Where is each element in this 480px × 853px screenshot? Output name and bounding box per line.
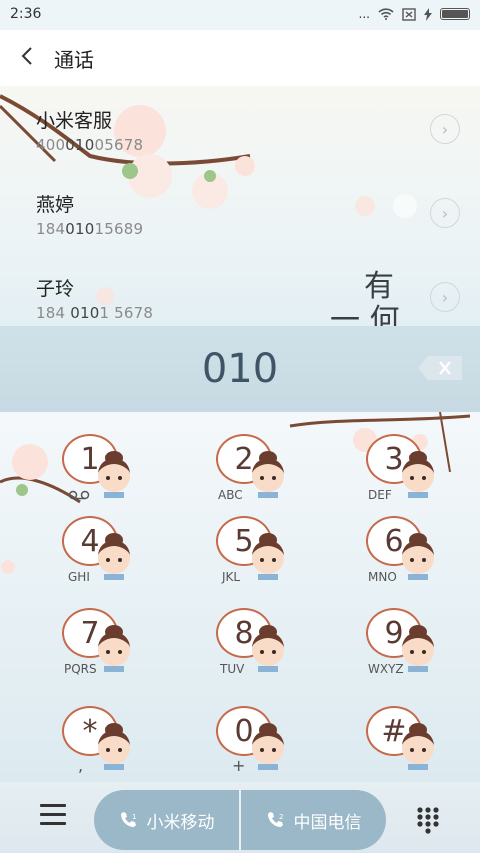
key-5[interactable]: 5 JKL [216,516,326,596]
call-sim2-button[interactable]: 2 中国电信 [241,790,386,850]
dialed-number: 010 [201,346,279,392]
chibi-girl-icon [252,625,284,672]
contact-number: 184 0101 5678 [36,304,154,322]
chibi-girl-icon [402,451,434,498]
key-letters: DEF [368,488,392,502]
chibi-girl-icon [98,625,130,672]
number-match: 010 [70,304,100,322]
key-8[interactable]: 8 TUV [216,608,326,688]
chibi-girl-icon [98,723,130,770]
key-letters: TUV [220,662,245,676]
chibi-girl-icon [402,723,434,770]
app-header: 通话 [0,30,480,86]
status-time: 2:36 [10,6,42,22]
back-arrow-icon[interactable] [16,44,40,68]
backspace-icon[interactable] [416,354,464,382]
wifi-icon [378,8,394,20]
svg-text:2: 2 [279,813,283,821]
key-letters: JKL [222,570,241,584]
key-1[interactable]: 1 [62,434,172,514]
contact-row[interactable]: 燕婷 18401015689 › [0,170,480,252]
chevron-right-icon[interactable]: › [430,198,460,228]
contact-row[interactable]: 小米客服 40001005678 › [0,86,480,168]
charging-icon [424,7,432,21]
chibi-girl-icon [252,533,284,580]
key-7[interactable]: 7 PQRS [62,608,172,688]
contact-row[interactable]: 子玲 184 0101 5678 › [0,254,480,336]
dialpad-toggle-icon[interactable] [416,806,440,834]
sim-off-icon [402,7,416,21]
chevron-right-icon[interactable]: › [430,282,460,312]
svg-text:1: 1 [132,813,136,821]
chibi-girl-icon [98,451,130,498]
contact-name: 小米客服 [36,110,113,132]
notification-dots: ... [358,7,370,21]
key-0[interactable]: 0 + [216,706,326,786]
key-letters: + [232,756,246,775]
phone-sim2-icon: 2 [267,812,283,827]
call-sim1-button[interactable]: 1 小米移动 [94,790,239,850]
dial-keypad: 1 2 ABC 3 DEF 4 GHI 5 JKL 6 MNO 7 PQRS 8… [0,412,480,782]
phone-sim1-icon: 1 [120,812,136,827]
number-match: 010 [65,136,95,154]
key-letters: PQRS [64,662,97,676]
key-star[interactable]: * , [62,706,172,786]
contact-number: 18401015689 [36,220,144,238]
call-buttons: 1 小米移动 2 中国电信 [94,790,386,850]
key-3[interactable]: 3 DEF [366,434,476,514]
voicemail-icon [68,490,90,500]
chibi-girl-icon [402,533,434,580]
bottom-bar: 1 小米移动 2 中国电信 [0,782,480,853]
chibi-girl-icon [252,723,284,770]
key-letters: ABC [218,488,243,502]
key-9[interactable]: 9 WXYZ [366,608,476,688]
key-letters: WXYZ [368,662,404,676]
key-6[interactable]: 6 MNO [366,516,476,596]
menu-icon[interactable] [40,804,66,826]
battery-icon [440,8,470,20]
dial-input-bar: 010 [0,326,480,412]
sim1-label: 小米移动 [146,812,215,833]
contact-name: 燕婷 [36,194,75,216]
key-letters: MNO [368,570,397,584]
key-hash[interactable]: # [366,706,476,786]
key-2[interactable]: 2 ABC [216,434,326,514]
key-letters: , [78,756,84,775]
key-letters: GHI [68,570,90,584]
contact-results: 小米客服 40001005678 › 燕婷 18401015689 › 子玲 1… [0,86,480,326]
key-4[interactable]: 4 GHI [62,516,172,596]
status-icons: ... [359,7,470,21]
contact-name: 子玲 [36,278,75,300]
chevron-right-icon[interactable]: › [430,114,460,144]
contact-number: 40001005678 [36,136,144,154]
sim2-label: 中国电信 [293,812,362,833]
page-title: 通话 [54,48,94,72]
number-match: 010 [65,220,95,238]
status-bar: 2:36 ... [0,0,480,30]
chibi-girl-icon [252,451,284,498]
chibi-girl-icon [98,533,130,580]
